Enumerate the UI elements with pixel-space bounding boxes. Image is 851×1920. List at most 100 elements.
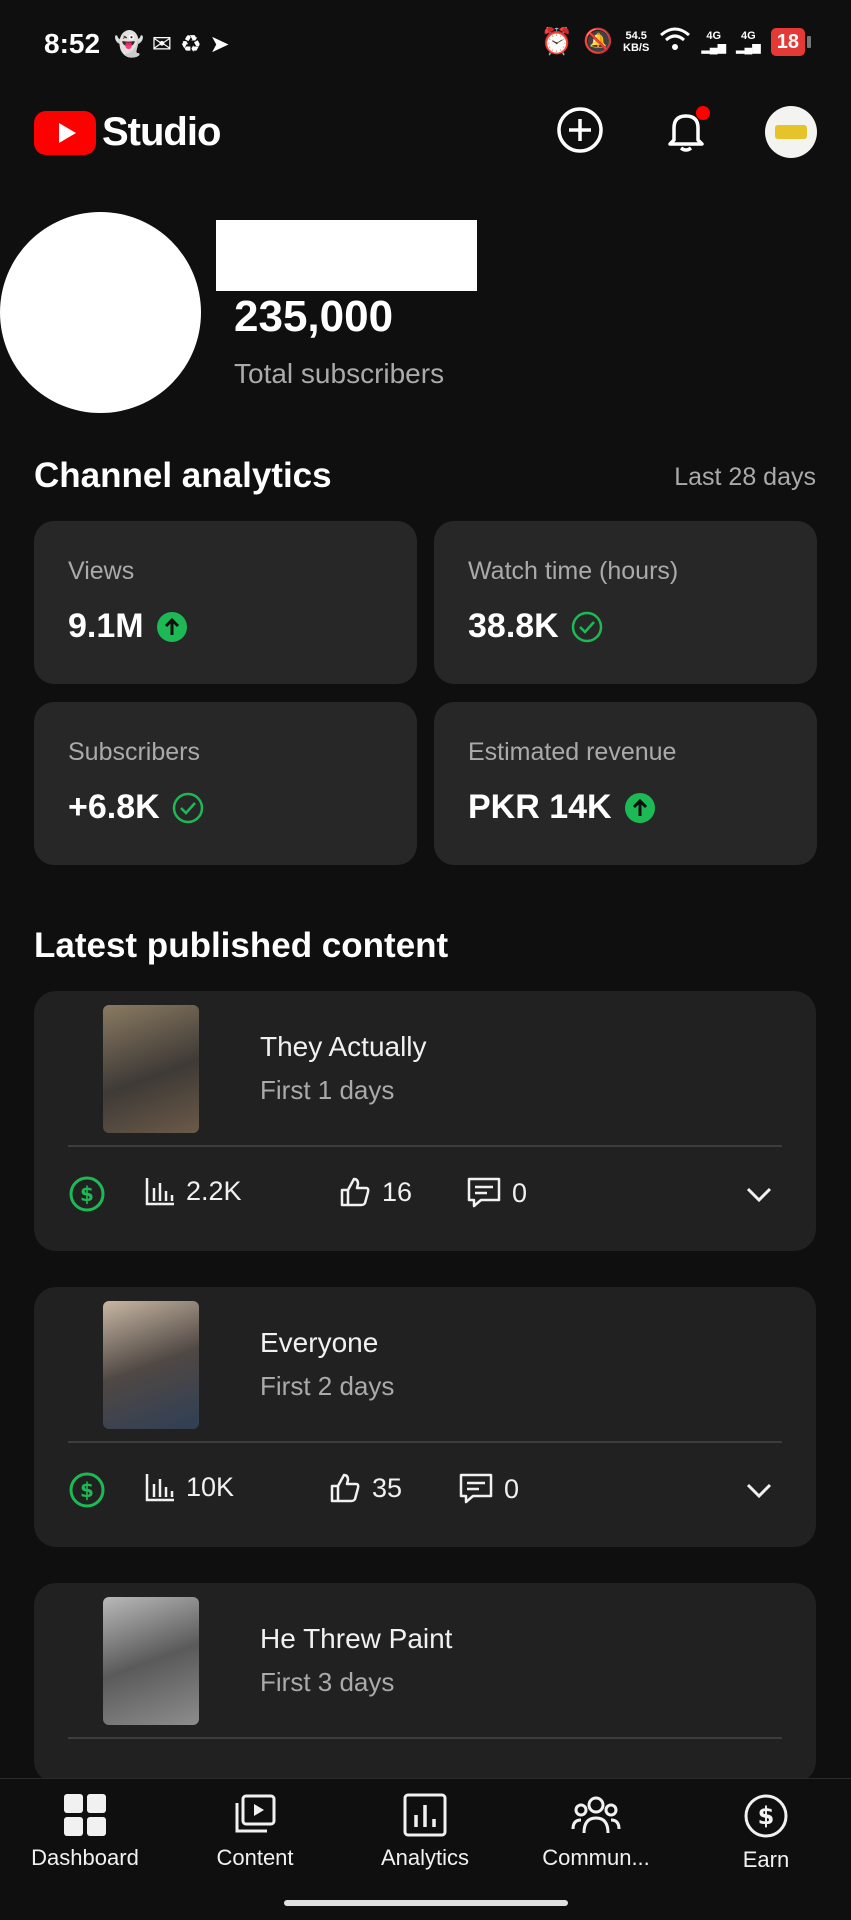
nav-analytics[interactable]: Analytics (345, 1793, 505, 1871)
comment-icon (467, 1177, 501, 1208)
channel-name-redacted (216, 220, 477, 291)
card-value: PKR 14K (468, 788, 656, 827)
video-stats: $ 10K 35 0 (68, 1471, 788, 1511)
likes-count: 35 (372, 1472, 403, 1503)
net-speed-value: 54.5 (625, 29, 647, 42)
nav-dashboard[interactable]: Dashboard (5, 1793, 165, 1871)
content-card[interactable]: He Threw Paint First 3 days (34, 1583, 816, 1783)
svg-text:$: $ (80, 1182, 94, 1206)
notifications-button[interactable] (660, 104, 712, 156)
divider (68, 1145, 782, 1147)
card-label: Views (68, 557, 135, 585)
card-value: +6.8K (68, 788, 204, 827)
chevron-down-icon (746, 1483, 772, 1499)
net-speed: 54.5 KB/S (623, 30, 649, 54)
signal-1-label: 4G (706, 29, 722, 42)
analytics-title: Channel analytics (34, 456, 332, 495)
nav-community[interactable]: Commun... (516, 1793, 676, 1871)
check-circle-icon (571, 611, 602, 642)
likes-stat: 35 (328, 1471, 402, 1505)
card-value: 9.1M (68, 607, 188, 646)
divider (68, 1441, 782, 1443)
card-label: Estimated revenue (468, 738, 677, 766)
check-circle-icon (172, 792, 203, 823)
status-bar: 8:52 👻 ✉ ♻ ➤ ⏰ 🔕 54.5 KB/S 4G ▂▄▆ 4G ▂▄▆ 1… (0, 0, 851, 92)
mail-icon: ✉ (151, 31, 172, 58)
dashboard-icon (64, 1794, 106, 1836)
nav-label: Commun... (542, 1845, 650, 1870)
notification-dot (696, 106, 710, 120)
nav-label: Earn (742, 1847, 790, 1872)
system-icons: ⏰ 🔕 54.5 KB/S 4G ▂▄▆ 4G ▂▄▆ 18 (541, 26, 811, 57)
views-count: 10K (186, 1471, 235, 1502)
revenue-value: PKR 14K (468, 788, 612, 826)
bar-chart-icon (145, 1474, 174, 1502)
channel-avatar[interactable] (0, 212, 201, 413)
status-time: 8:52 (44, 28, 101, 59)
comments-count: 0 (504, 1473, 520, 1504)
video-title: Everyone (260, 1327, 379, 1358)
comments-count: 0 (512, 1177, 528, 1208)
nav-earn[interactable]: $ Earn (686, 1793, 846, 1873)
content-card[interactable]: They Actually First 1 days $ 2.2K 16 0 (34, 991, 816, 1251)
video-thumbnail[interactable] (103, 1597, 199, 1725)
video-subtitle: First 1 days (260, 1075, 395, 1105)
logo-text: Studio (102, 110, 221, 154)
video-thumbnail[interactable] (103, 1301, 199, 1429)
svg-text:$: $ (758, 1802, 775, 1830)
video-title: They Actually (260, 1031, 427, 1062)
likes-count: 16 (382, 1176, 413, 1207)
wifi-icon (659, 26, 691, 57)
youtube-studio-logo[interactable]: Studio (34, 110, 221, 155)
expand-button[interactable] (740, 1175, 778, 1213)
card-value: 38.8K (468, 607, 603, 646)
content-icon (235, 1794, 276, 1833)
create-button[interactable] (554, 104, 606, 156)
earn-icon: $ (744, 1794, 788, 1838)
nav-content[interactable]: Content (175, 1793, 335, 1871)
svg-text:$: $ (80, 1478, 94, 1502)
monetization-icon: $ (68, 1175, 106, 1213)
content-card[interactable]: Everyone First 2 days $ 10K 35 0 (34, 1287, 816, 1547)
signal-1: 4G ▂▄▆ (701, 29, 727, 54)
likes-stat: 16 (338, 1175, 412, 1209)
battery-icon: 18 (770, 27, 811, 56)
signal-2-label: 4G (741, 29, 756, 42)
watch-time-card[interactable]: Watch time (hours) 38.8K (434, 521, 817, 684)
analytics-icon (403, 1793, 447, 1837)
home-indicator[interactable] (284, 1900, 568, 1906)
comments-stat: 0 (466, 1175, 527, 1211)
subscriber-label: Total subscribers (234, 358, 445, 389)
views-value: 9.1M (68, 607, 144, 645)
bar-chart-icon (145, 1178, 174, 1206)
battery-level: 18 (770, 27, 805, 56)
subscriber-count: 235,000 (234, 292, 394, 341)
community-icon (571, 1796, 621, 1834)
telegram-icon: ➤ (209, 31, 230, 58)
video-subtitle: First 3 days (260, 1667, 395, 1697)
sync-icon: ♻ (180, 31, 202, 58)
views-card[interactable]: Views 9.1M (34, 521, 417, 684)
nav-label: Dashboard (31, 1845, 139, 1870)
latest-content-title: Latest published content (34, 926, 449, 965)
mute-icon: 🔕 (583, 28, 614, 55)
video-stats: $ 2.2K 16 0 (68, 1175, 788, 1215)
nav-label: Content (216, 1845, 294, 1870)
thumbs-up-icon (330, 1473, 360, 1503)
bottom-navigation: Dashboard Content Analytics Commun... $ … (0, 1778, 851, 1920)
subscribers-value: +6.8K (68, 788, 160, 826)
avatar-logo (775, 125, 807, 139)
comment-icon (459, 1473, 493, 1504)
account-avatar[interactable] (765, 106, 817, 158)
card-label: Subscribers (68, 738, 200, 766)
subscribers-card[interactable]: Subscribers +6.8K (34, 702, 417, 865)
video-thumbnail[interactable] (103, 1005, 199, 1133)
analytics-range: Last 28 days (674, 463, 816, 491)
views-stat: 10K (144, 1471, 234, 1503)
app-header: Studio (0, 92, 851, 172)
revenue-card[interactable]: Estimated revenue PKR 14K (434, 702, 817, 865)
expand-button[interactable] (740, 1471, 778, 1509)
card-label: Watch time (hours) (468, 557, 679, 585)
video-title: He Threw Paint (260, 1623, 453, 1654)
alarm-icon: ⏰ (540, 26, 574, 56)
